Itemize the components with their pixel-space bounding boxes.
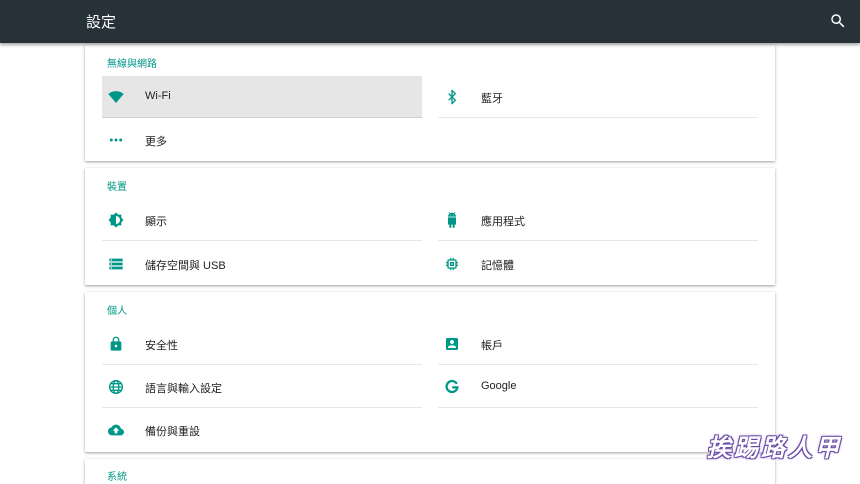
- wifi-item[interactable]: Wi-Fi: [102, 76, 422, 118]
- display-label: 顯示: [145, 216, 167, 228]
- page-title: 設定: [86, 14, 117, 31]
- wifi-label: Wi-Fi: [145, 90, 171, 102]
- more-horizontal-icon: [107, 131, 125, 149]
- memory-item[interactable]: 記憶體: [438, 243, 758, 285]
- security-label: 安全性: [145, 340, 178, 352]
- language-label: 語言與輸入設定: [145, 383, 222, 395]
- section-title: 裝置: [107, 182, 127, 193]
- more-item[interactable]: 更多: [102, 119, 422, 161]
- google-label: Google: [481, 380, 517, 392]
- storage-item[interactable]: 儲存空間與 USB: [102, 243, 422, 285]
- wifi-icon: [107, 88, 125, 106]
- backup-label: 備份與重設: [145, 426, 200, 438]
- globe-icon: [107, 378, 125, 396]
- language-item[interactable]: 語言與輸入設定: [102, 366, 422, 408]
- app-bar: 設定: [0, 0, 860, 43]
- section-wireless-networks: 無線與網路 Wi-Fi 藍牙 更多: [85, 45, 775, 161]
- memory-label: 記憶體: [481, 260, 514, 272]
- watermark: 挨踢路人甲: [707, 435, 842, 462]
- google-g-icon: [443, 378, 461, 396]
- section-personal: 個人 安全性 帳戶 語言與輸入設定 Google 備份與重設: [85, 292, 775, 452]
- section-device: 裝置 顯示 應用程式 儲存空間與 USB 記憶體: [85, 168, 775, 285]
- search-icon[interactable]: [829, 12, 847, 30]
- account-box-icon: [443, 335, 461, 353]
- backup-item[interactable]: 備份與重設: [102, 409, 422, 451]
- section-title: 無線與網路: [107, 59, 157, 70]
- security-item[interactable]: 安全性: [102, 323, 422, 365]
- display-item[interactable]: 顯示: [102, 199, 422, 241]
- lock-icon: [107, 335, 125, 353]
- storage-icon: [107, 255, 125, 273]
- bluetooth-item[interactable]: 藍牙: [438, 76, 758, 118]
- storage-label: 儲存空間與 USB: [145, 260, 226, 272]
- section-title: 個人: [107, 306, 127, 317]
- memory-chip-icon: [443, 255, 461, 273]
- apps-item[interactable]: 應用程式: [438, 199, 758, 241]
- bluetooth-icon: [443, 88, 461, 106]
- bluetooth-label: 藍牙: [481, 93, 503, 105]
- section-title: 系統: [107, 472, 127, 483]
- apps-label: 應用程式: [481, 216, 525, 228]
- cloud-upload-icon: [107, 421, 125, 439]
- brightness-icon: [107, 211, 125, 229]
- accounts-item[interactable]: 帳戶: [438, 323, 758, 365]
- accounts-label: 帳戶: [481, 340, 503, 352]
- more-label: 更多: [145, 136, 167, 148]
- section-system: 系統: [85, 459, 775, 484]
- android-icon: [443, 211, 461, 229]
- google-item[interactable]: Google: [438, 366, 758, 408]
